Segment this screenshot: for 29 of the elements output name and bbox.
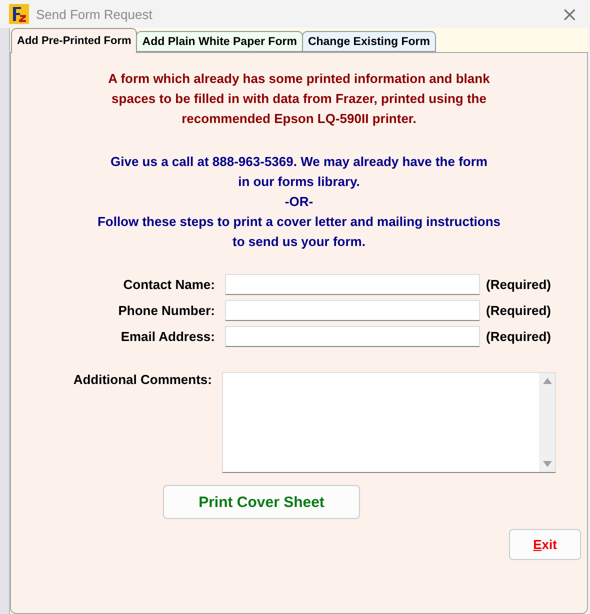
field-label: Contact Name: [122,277,216,292]
exit-button[interactable]: Exit [509,529,581,560]
close-button[interactable]: × [557,4,582,24]
scroll-up-icon[interactable] [542,378,552,384]
field-label: Phone Number: [117,303,216,318]
tab[interactable]: Add Plain White Paper Form [136,31,303,52]
scroll-down-icon[interactable] [542,461,552,467]
description-text: spaces to be filled in with data from Frazer, printed using the [112,90,486,108]
app-logo-icon [9,4,29,24]
print-cover-sheet-button[interactable]: Print Cover Sheet [163,485,360,519]
field-label: Email Address: [120,329,216,344]
required-note: (Required) [486,277,551,292]
window-title: Send Form Request [36,6,154,22]
instruction-text: -OR- [284,193,314,211]
field-label: Additional Comments: [72,372,213,389]
input-field[interactable] [225,326,480,347]
description-text: A form which already has some printed information and blank [108,70,490,88]
tab[interactable]: Add Pre-Printed Form [11,28,138,53]
comments-field[interactable] [222,372,556,473]
instruction-text: in our forms library. [238,173,360,191]
instruction-text: Give us a call at 888-963-5369. We may already have the form [110,153,488,171]
tab[interactable]: Change Existing Form [302,31,436,52]
description-text: recommended Epson LQ-590II printer. [182,110,416,128]
instruction-text: Follow these steps to print a cover letter and mailing instructions [97,213,501,231]
instruction-text: to send us your form. [232,233,366,251]
required-note: (Required) [486,303,551,318]
input-field[interactable] [225,274,480,295]
input-field[interactable] [225,300,480,321]
required-note: (Required) [486,329,551,344]
